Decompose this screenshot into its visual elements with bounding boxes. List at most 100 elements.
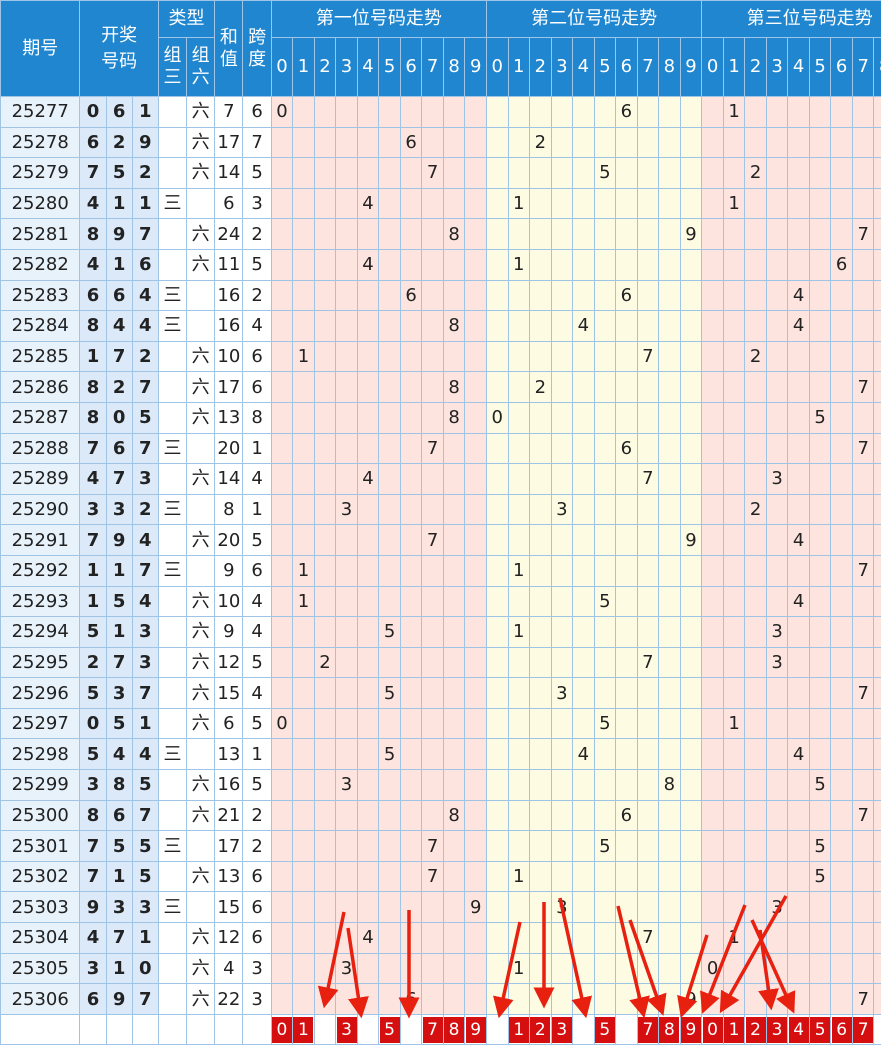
trend-cell: [421, 616, 444, 648]
trend-hit-cell: 3: [550, 677, 574, 709]
trend-cell: [765, 401, 789, 434]
trend-cell: [378, 891, 401, 924]
trend-cell: [356, 310, 380, 342]
trend-cell: [529, 157, 552, 189]
trend-cell: [615, 922, 638, 954]
type-z3-cell: [157, 646, 188, 679]
trend-cell: [593, 126, 617, 159]
draw-digit-3: 4: [131, 738, 159, 771]
span-cell: 4: [242, 463, 272, 495]
trend-hit-cell: 3: [550, 891, 574, 924]
trend-cell: [572, 952, 595, 985]
trend-cell: [722, 463, 746, 495]
trend-cell: [270, 187, 294, 220]
trend-cell: [744, 922, 767, 954]
pick-cell: 8: [658, 1013, 681, 1046]
trend-cell: [679, 340, 703, 373]
draw-digit-1: 1: [79, 585, 107, 618]
span-cell: 8: [242, 401, 272, 434]
trend-cell: [658, 432, 681, 465]
trend-cell: [658, 891, 681, 924]
digit-header-pos2-2: 2: [529, 37, 552, 97]
footer-empty-cell: [873, 1013, 881, 1046]
trend-cell: [378, 126, 401, 159]
trend-hit-cell: 8: [442, 799, 466, 832]
trend-cell: [808, 493, 832, 526]
draw-digit-3: 3: [131, 463, 159, 495]
trend-cell: [679, 646, 703, 679]
trend-cell: [270, 830, 294, 862]
trend-cell: [873, 187, 881, 220]
digit-header-pos2-1: 1: [507, 37, 531, 97]
table-row: 25283 6 6 4 三 16 2 6 6 4: [0, 279, 881, 312]
trend-cell: [615, 463, 638, 495]
trend-hit-cell: 6: [830, 248, 853, 281]
sum-cell: 10: [214, 585, 244, 618]
trend-cell: [744, 524, 767, 556]
trend-cell: [765, 432, 789, 465]
digit-header-pos3-1: 1: [722, 37, 746, 97]
type-z6-cell: 六: [186, 401, 216, 434]
trend-cell: [636, 310, 660, 342]
span-cell: 7: [242, 126, 272, 159]
trend-hit-cell: 5: [378, 738, 401, 771]
trend-cell: [464, 830, 487, 862]
trend-cell: [399, 891, 423, 924]
trend-cell: [593, 922, 617, 954]
table-row: 25280 4 1 1 三 6 3 4 1 1: [0, 187, 881, 220]
type-z6-cell: 六: [186, 463, 216, 495]
trend-cell: [830, 707, 853, 740]
trend-cell: [507, 524, 531, 556]
draw-digit-1: 7: [79, 157, 107, 189]
trend-cell: [292, 799, 315, 832]
trend-cell: [335, 554, 358, 587]
trend-cell: [270, 891, 294, 924]
trend-cell: [722, 524, 746, 556]
trend-hit-cell: 4: [787, 738, 810, 771]
trend-cell: [744, 432, 767, 465]
pick-digit-pos3-1: 1: [724, 1017, 744, 1044]
pick-cell: 3: [335, 1013, 358, 1046]
trend-cell: [292, 922, 315, 954]
sum-cell: 15: [214, 891, 244, 924]
trend-cell: [529, 463, 552, 495]
trend-cell: [442, 738, 466, 771]
trend-cell: [873, 830, 881, 862]
sum-cell: 15: [214, 677, 244, 709]
trend-cell: [851, 157, 875, 189]
table-row: 25290 3 3 2 三 8 1 3 3 2: [0, 493, 881, 526]
footer-empty-cell: [399, 1013, 423, 1046]
trend-cell: [335, 279, 358, 312]
trend-cell: [701, 279, 724, 312]
trend-cell: [464, 157, 487, 189]
type-z6-cell: [186, 891, 216, 924]
draw-digit-3: 1: [131, 922, 159, 954]
trend-cell: [679, 830, 703, 862]
table-row: 25289 4 7 3 六 14 4 4 7 3: [0, 463, 881, 495]
trend-hit-cell: 7: [851, 554, 875, 587]
footer-empty-cell: [186, 1013, 216, 1046]
trend-cell: [550, 157, 574, 189]
trend-cell: [572, 922, 595, 954]
trend-cell: [550, 463, 574, 495]
draw-digit-3: 5: [131, 769, 159, 801]
trend-cell: [335, 310, 358, 342]
trend-cell: [270, 310, 294, 342]
trend-cell: [765, 554, 789, 587]
trend-cell: [873, 585, 881, 618]
trend-cell: [572, 554, 595, 587]
trend-cell: [679, 279, 703, 312]
table-row: 25305 3 1 0 六 4 3 3 1 0: [0, 952, 881, 985]
trend-cell: [679, 860, 703, 893]
trend-cell: [765, 922, 789, 954]
trend-cell: [808, 616, 832, 648]
trend-cell: [335, 738, 358, 771]
trend-cell: [765, 860, 789, 893]
sum-cell: 16: [214, 279, 244, 312]
draw-digit-3: 7: [131, 371, 159, 403]
trend-hit-cell: 7: [851, 432, 875, 465]
trend-cell: [701, 860, 724, 893]
prediction-row: 01357891235789012345679: [0, 1013, 881, 1046]
trend-cell: [421, 401, 444, 434]
trend-cell: [572, 126, 595, 159]
